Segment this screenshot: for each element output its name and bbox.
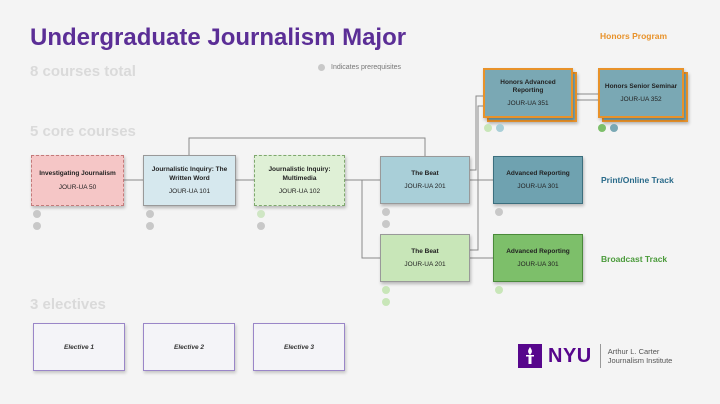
prerequisite-dot-icon bbox=[382, 298, 390, 306]
prerequisite-dot-icon bbox=[257, 210, 265, 218]
prerequisite-dot-icon bbox=[484, 124, 492, 132]
core-courses-label: 5 core courses bbox=[30, 123, 136, 140]
course-beat-print[interactable]: The Beat JOUR-UA 201 bbox=[380, 156, 470, 204]
nyu-brand-text: NYU bbox=[548, 344, 592, 367]
course-code: JOUR-UA 201 bbox=[404, 183, 446, 191]
prerequisite-dot-icon bbox=[495, 208, 503, 216]
course-honors-senior-seminar[interactable]: Honors Senior Seminar JOUR-UA 352 bbox=[598, 68, 684, 118]
course-advanced-reporting-print[interactable]: Advanced Reporting JOUR-UA 301 bbox=[493, 156, 583, 204]
logo-divider bbox=[599, 344, 601, 368]
course-code: JOUR-UA 301 bbox=[517, 261, 559, 269]
course-advanced-reporting-broadcast[interactable]: Advanced Reporting JOUR-UA 301 bbox=[493, 234, 583, 282]
course-code: JOUR-UA 102 bbox=[278, 187, 321, 195]
prerequisite-dot-icon bbox=[382, 208, 390, 216]
prerequisite-dot-icon bbox=[496, 124, 504, 132]
course-code: JOUR-UA 101 bbox=[168, 187, 211, 195]
course-multimedia[interactable]: Journalistic Inquiry: Multimedia JOUR-UA… bbox=[254, 155, 345, 206]
course-investigating-journalism[interactable]: Investigating Journalism JOUR-UA 50 bbox=[31, 155, 124, 206]
course-name: Honors Advanced Reporting bbox=[500, 78, 556, 94]
institute-line-2: Journalism Institute bbox=[607, 356, 673, 365]
course-code: JOUR-UA 50 bbox=[58, 183, 97, 191]
course-written-word[interactable]: Journalistic Inquiry: The Written Word J… bbox=[143, 155, 236, 206]
course-beat-broadcast[interactable]: The Beat JOUR-UA 201 bbox=[380, 234, 470, 282]
prerequisite-dot-icon bbox=[598, 124, 606, 132]
institute-line-1: Arthur L. Carter bbox=[607, 346, 660, 356]
course-code: JOUR-UA 201 bbox=[404, 261, 446, 269]
elective-1[interactable]: Elective 1 bbox=[33, 323, 125, 371]
prerequisite-dot-icon bbox=[495, 286, 503, 294]
course-name: Honors Senior Seminar bbox=[604, 82, 678, 90]
torch-icon bbox=[518, 344, 542, 368]
course-name: Journalistic Inquiry: Multimedia bbox=[268, 166, 331, 182]
page-title: Undergraduate Journalism Major bbox=[30, 24, 407, 51]
prerequisite-dot-icon bbox=[318, 64, 325, 71]
course-honors-advanced-reporting[interactable]: Honors Advanced Reporting JOUR-UA 351 bbox=[483, 68, 573, 118]
honors-program-label: Honors Program bbox=[600, 31, 668, 41]
print-online-track-label: Print/Online Track bbox=[601, 175, 674, 185]
prerequisite-dot-icon bbox=[610, 124, 618, 132]
electives-label: 3 electives bbox=[30, 296, 106, 313]
course-name: The Beat bbox=[411, 247, 439, 255]
total-courses-label: 8 courses total bbox=[30, 63, 136, 80]
prerequisite-dot-icon bbox=[33, 222, 41, 230]
institute-name: Arthur L. Carter Journalism Institute bbox=[608, 347, 673, 366]
course-name: Advanced Reporting bbox=[506, 247, 570, 255]
legend: Indicates prerequisites bbox=[318, 64, 401, 71]
elective-3[interactable]: Elective 3 bbox=[253, 323, 345, 371]
prerequisite-dot-icon bbox=[257, 222, 265, 230]
course-code: JOUR-UA 352 bbox=[620, 96, 662, 104]
course-code: JOUR-UA 301 bbox=[517, 183, 559, 191]
course-name: Advanced Reporting bbox=[506, 169, 570, 177]
course-name: Journalistic Inquiry: The Written Word bbox=[151, 166, 228, 182]
nyu-logo: NYU Arthur L. Carter Journalism Institut… bbox=[518, 344, 672, 368]
prerequisite-dot-icon bbox=[33, 210, 41, 218]
prerequisite-dot-icon bbox=[382, 220, 390, 228]
broadcast-track-label: Broadcast Track bbox=[601, 254, 668, 264]
prerequisite-dot-icon bbox=[146, 222, 154, 230]
prerequisite-dot-icon bbox=[382, 286, 390, 294]
course-name: Investigating Journalism bbox=[39, 170, 116, 178]
elective-2[interactable]: Elective 2 bbox=[143, 323, 235, 371]
course-code: JOUR-UA 351 bbox=[507, 100, 549, 108]
course-name: The Beat bbox=[411, 169, 439, 177]
legend-text: Indicates prerequisites bbox=[331, 64, 402, 71]
prerequisite-dot-icon bbox=[146, 210, 154, 218]
